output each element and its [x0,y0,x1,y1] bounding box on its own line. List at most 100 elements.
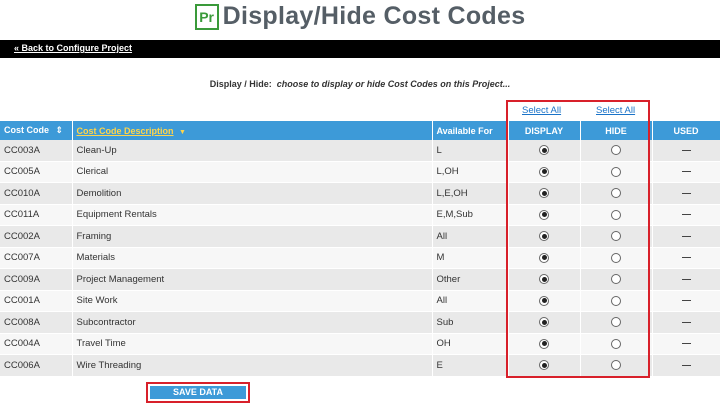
display-radio[interactable] [539,188,549,199]
dash-icon [681,278,691,280]
used-cell [652,161,720,183]
display-radio[interactable] [539,274,549,285]
hide-radio[interactable] [611,295,621,306]
hide-radio[interactable] [611,166,621,177]
dash-icon [681,343,691,345]
cost-code-cell: CC007A [0,247,73,269]
hide-cell [580,247,653,269]
hide-cell [580,225,653,248]
save-button-highlight-box: SAVE DATA [146,382,250,403]
available-for-cell: All [432,290,509,312]
dash-icon [681,300,691,302]
hide-cell [580,204,653,226]
display-radio[interactable] [539,317,549,328]
hide-cell [580,161,653,183]
available-for-cell: All [432,225,509,248]
available-for-cell: Other [432,268,509,291]
used-cell [652,247,720,269]
column-header-description[interactable]: Cost Code Description ▼ [72,121,433,140]
hide-radio[interactable] [611,145,621,156]
available-for-cell: E [432,354,509,377]
description-cell: Demolition [72,182,433,205]
hide-radio[interactable] [611,252,621,263]
dash-icon [681,214,691,216]
display-cell [508,204,581,226]
table-row: CC008A Subcontractor Sub [0,311,720,334]
available-for-cell: OH [432,333,509,355]
page-title: Display/Hide Cost Codes [222,2,526,30]
used-cell [652,182,720,205]
dash-icon [681,149,691,151]
display-radio[interactable] [539,209,549,220]
column-header-available: Available For [432,121,509,140]
description-cell: Materials [72,247,433,269]
table-row: CC001A Site Work All [0,290,720,312]
available-for-cell: Sub [432,311,509,334]
back-to-configure-project-link[interactable]: « Back to Configure Project [14,43,132,53]
table-row: CC009A Project Management Other [0,268,720,291]
display-radio[interactable] [539,231,549,242]
cost-code-cell: CC011A [0,204,73,226]
used-cell [652,333,720,355]
cost-code-cell: CC004A [0,333,73,355]
display-cell [508,311,581,334]
display-radio[interactable] [539,145,549,156]
hide-cell [580,333,653,355]
cost-code-cell: CC010A [0,182,73,205]
display-radio[interactable] [539,295,549,306]
cost-code-cell: CC003A [0,140,73,162]
column-header-cost-code[interactable]: Cost Code ⇕ [0,121,73,140]
display-cell [508,140,581,162]
instruction-description: choose to display or hide Cost Codes on … [276,79,511,89]
hide-radio[interactable] [611,188,621,199]
display-radio[interactable] [539,252,549,263]
used-cell [652,268,720,291]
display-radio[interactable] [539,166,549,177]
display-cell [508,225,581,248]
instruction-label: Display / Hide: [209,79,272,89]
select-all-hide-link[interactable]: Select All [596,105,635,116]
select-all-display-link[interactable]: Select All [522,105,561,116]
hide-radio[interactable] [611,360,621,371]
table-row: CC004A Travel Time OH [0,333,720,355]
hide-cell [580,140,653,162]
table-row: CC011A Equipment Rentals E,M,Sub [0,204,720,226]
display-radio[interactable] [539,338,549,349]
display-cell [508,290,581,312]
sort-arrows-icon: ⇕ [55,125,64,135]
cost-code-cell: CC008A [0,311,73,334]
page-header: Pr Display/Hide Cost Codes [0,0,720,40]
description-cell: Wire Threading [72,354,433,377]
cost-code-cell: CC006A [0,354,73,377]
hide-radio[interactable] [611,317,621,328]
cost-code-cell: CC005A [0,161,73,183]
table-row: CC006A Wire Threading E [0,354,720,377]
hide-radio[interactable] [611,274,621,285]
dash-icon [681,321,691,323]
used-cell [652,140,720,162]
display-cell [508,354,581,377]
table-row: CC010A Demolition L,E,OH [0,182,720,205]
hide-radio[interactable] [611,231,621,242]
description-cell: Equipment Rentals [72,204,433,226]
hide-radio[interactable] [611,209,621,220]
column-header-display: DISPLAY [508,121,581,140]
used-cell [652,204,720,226]
available-for-cell: M [432,247,509,269]
hide-radio[interactable] [611,338,621,349]
display-cell [508,161,581,183]
display-radio[interactable] [539,360,549,371]
description-sort-link[interactable]: Cost Code Description [77,126,174,136]
cost-codes-table: Cost Code ⇕ Cost Code Description ▼ Avai… [0,121,720,377]
table-header-row: Cost Code ⇕ Cost Code Description ▼ Avai… [0,121,720,140]
display-cell [508,268,581,291]
dash-icon [681,192,691,194]
save-data-button[interactable]: SAVE DATA [150,386,246,399]
description-cell: Site Work [72,290,433,312]
description-cell: Framing [72,225,433,248]
cost-code-header-label: Cost Code [4,125,49,135]
nav-bar: « Back to Configure Project [0,40,720,58]
display-cell [508,333,581,355]
sort-down-icon: ▼ [179,128,186,136]
available-for-cell: L,E,OH [432,182,509,205]
